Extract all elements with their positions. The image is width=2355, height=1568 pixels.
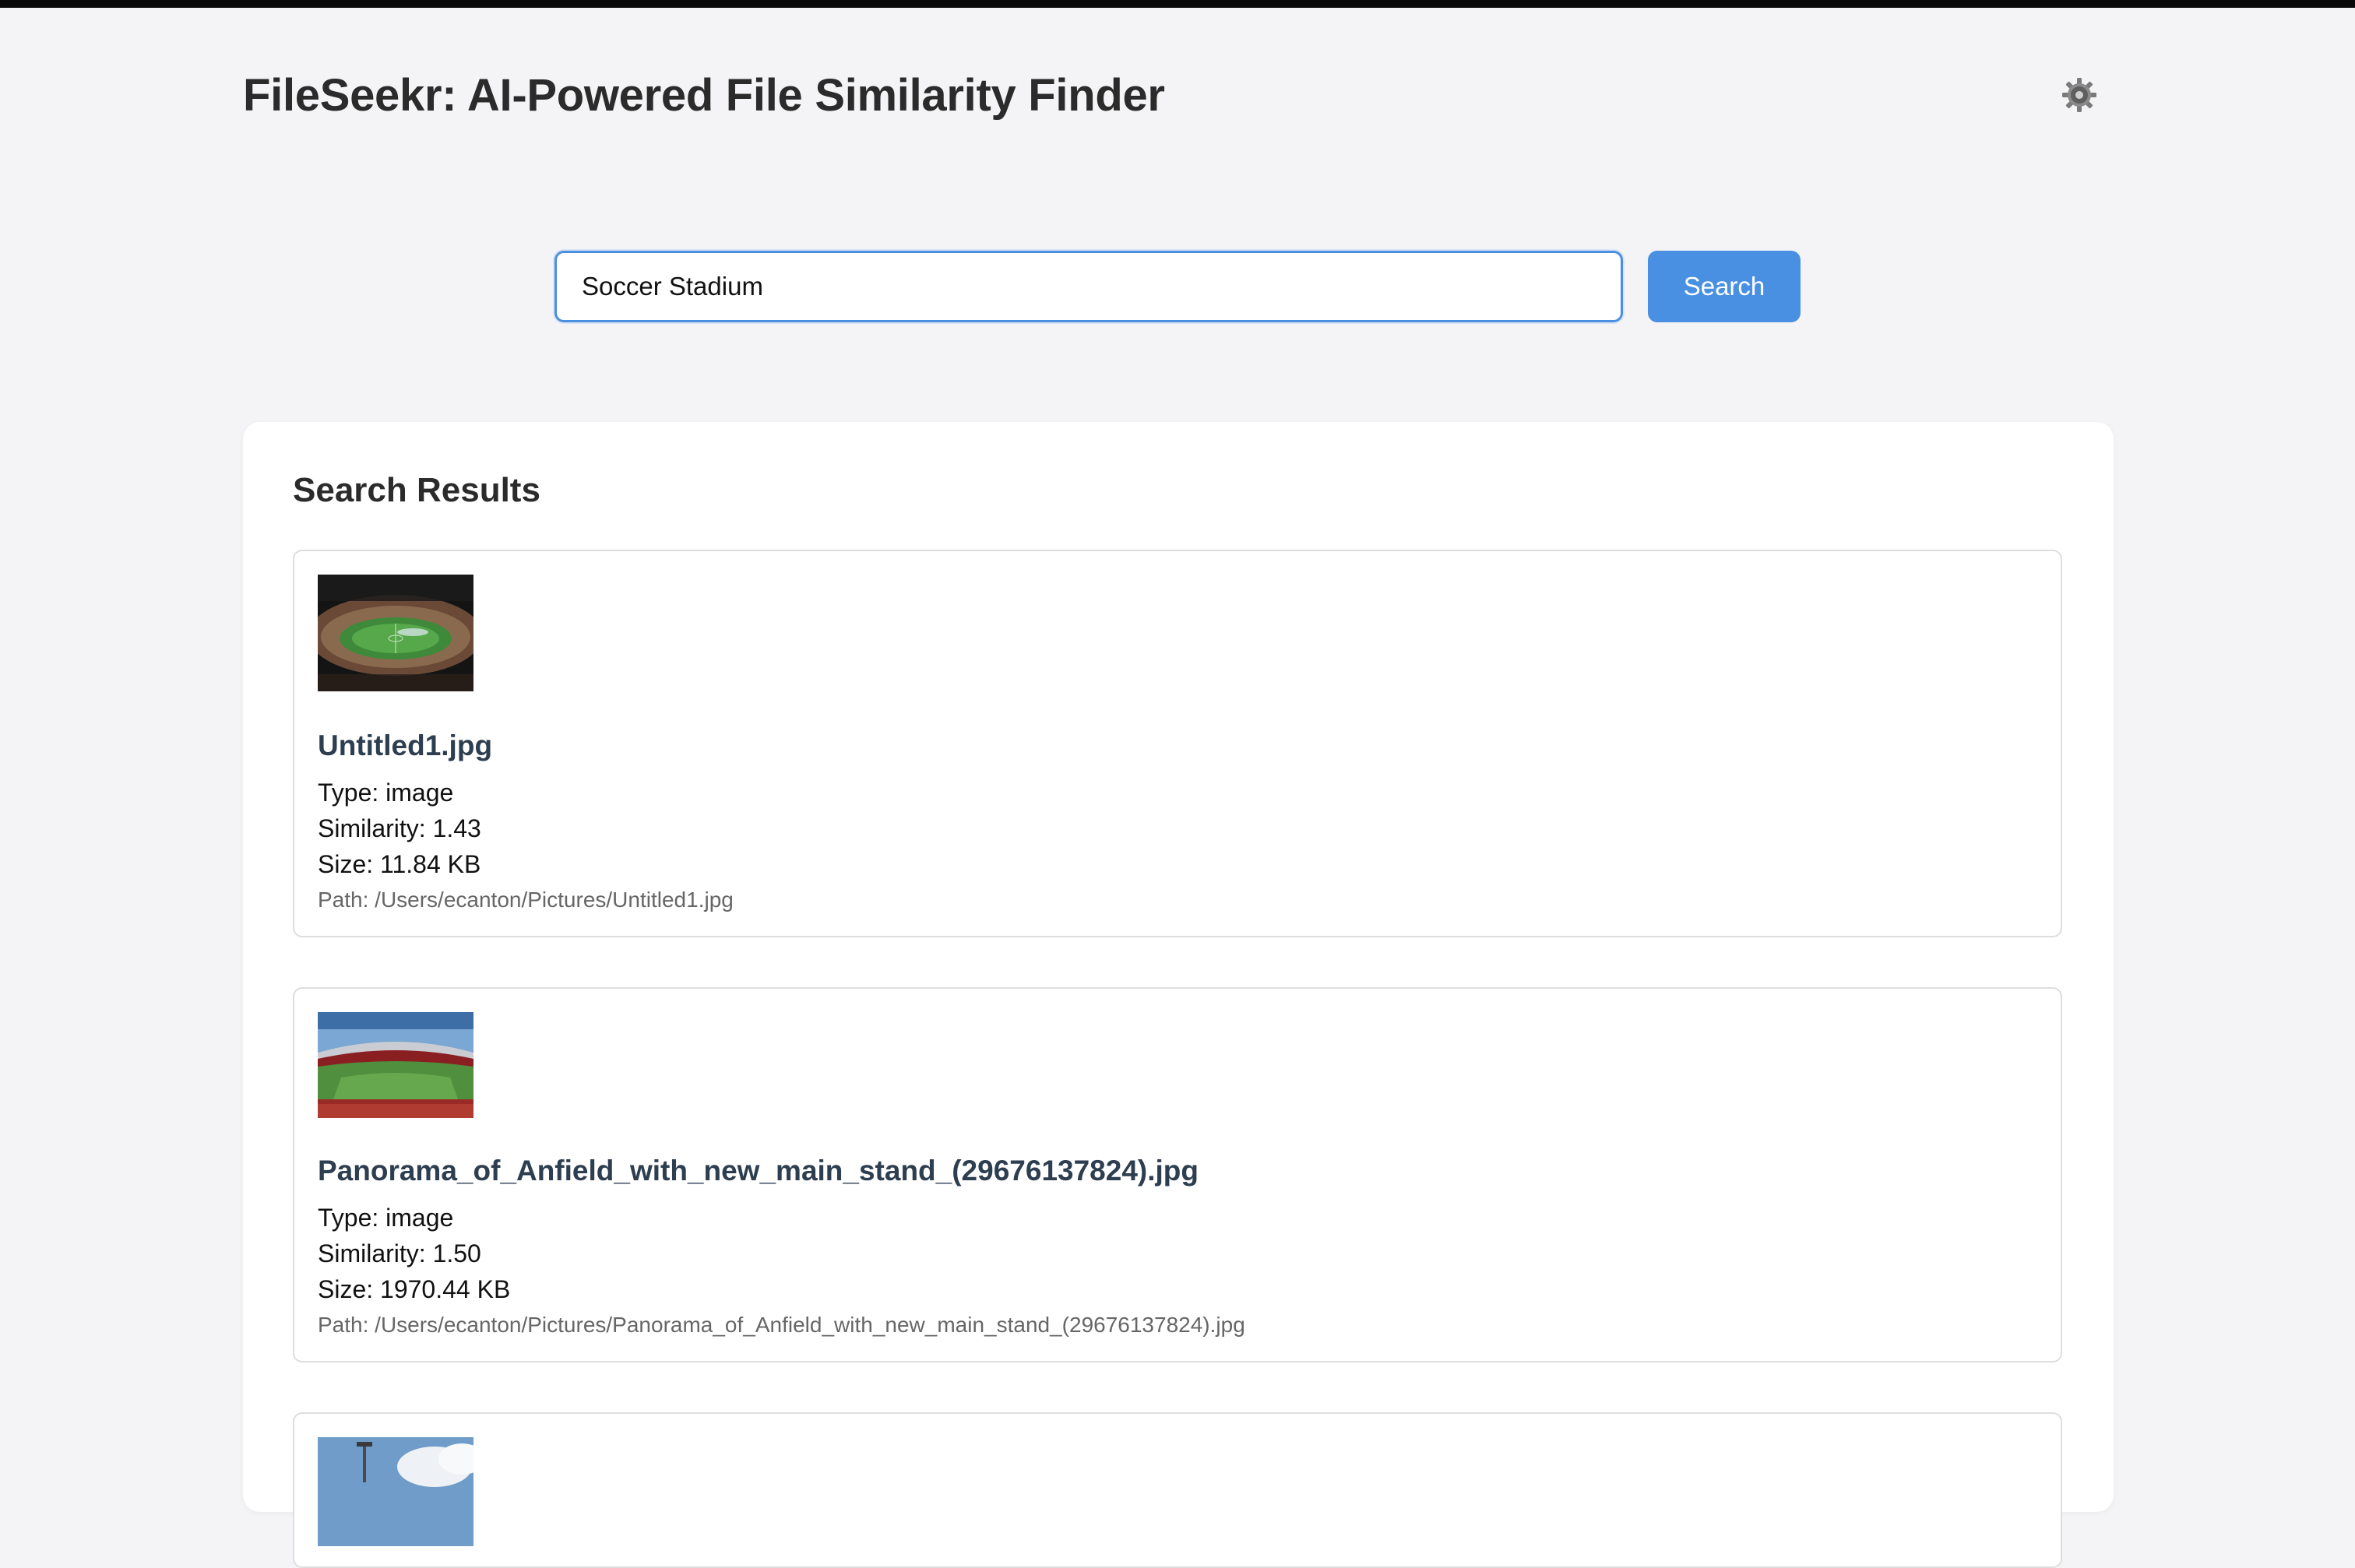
- file-path: Path: /Users/ecanton/Pictures/Untitled1.…: [318, 888, 734, 912]
- result-card[interactable]: [293, 1412, 2062, 1568]
- file-similarity: Similarity: 1.50: [318, 1239, 481, 1267]
- search-input[interactable]: [554, 251, 1623, 322]
- result-card[interactable]: Untitled1.jpg Type: image Similarity: 1.…: [293, 550, 2062, 937]
- file-name[interactable]: Panorama_of_Anfield_with_new_main_stand_…: [318, 1154, 1199, 1188]
- file-type: Type: image: [318, 1204, 454, 1232]
- settings-button[interactable]: [2059, 75, 2100, 115]
- file-type: Type: image: [318, 779, 454, 807]
- file-thumbnail[interactable]: [318, 1437, 473, 1546]
- result-card[interactable]: Panorama_of_Anfield_with_new_main_stand_…: [293, 987, 2062, 1362]
- file-thumbnail[interactable]: [318, 1012, 473, 1118]
- results-heading: Search Results: [293, 471, 540, 509]
- file-thumbnail[interactable]: [318, 575, 473, 691]
- results-panel: Search Results Untitled1.jpg Type: image…: [243, 422, 2114, 1568]
- file-path: Path: /Users/ecanton/Pictures/Panorama_o…: [318, 1313, 1245, 1337]
- file-size: Size: 11.84 KB: [318, 850, 481, 878]
- app-title: FileSeekr: AI-Powered File Similarity Fi…: [243, 70, 1165, 121]
- gear-icon: [2062, 78, 2096, 112]
- file-name[interactable]: Untitled1.jpg: [318, 729, 492, 763]
- file-size: Size: 1970.44 KB: [318, 1275, 511, 1303]
- file-similarity: Similarity: 1.43: [318, 814, 481, 842]
- window-top-bar: [0, 0, 2355, 8]
- search-button[interactable]: Search: [1648, 251, 1801, 322]
